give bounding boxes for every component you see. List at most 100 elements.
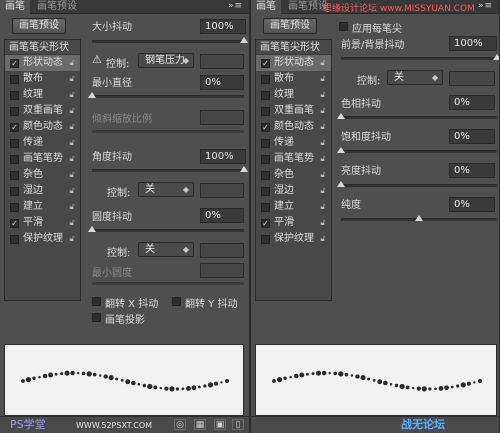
brush-setting-checkbox[interactable]	[261, 75, 270, 84]
brush-tip-shape-header[interactable]: 画笔笔尖形状	[5, 40, 80, 55]
brush-setting-checkbox[interactable]	[261, 235, 270, 244]
brush-setting-item[interactable]: 传递 🔓︎	[256, 135, 331, 151]
brush-setting-item[interactable]: 建立 🔓︎	[256, 199, 331, 215]
purity-slider[interactable]	[341, 215, 497, 221]
brush-setting-checkbox[interactable]: ✓	[261, 59, 270, 68]
brush-setting-item[interactable]: 杂色 🔓︎	[5, 167, 80, 183]
saturation-jitter-slider-thumb[interactable]	[337, 147, 345, 153]
new-preset-icon[interactable]: ▣	[214, 419, 226, 430]
brush-setting-checkbox[interactable]: ✓	[10, 219, 19, 228]
brush-setting-checkbox[interactable]	[10, 203, 19, 212]
lock-icon[interactable]: 🔓︎	[67, 185, 77, 196]
brush-setting-item[interactable]: 传递 🔓︎	[5, 135, 80, 151]
brush-setting-item[interactable]: ✓ 颜色动态 🔓︎	[256, 119, 331, 135]
brush-setting-item[interactable]: 散布 🔓︎	[256, 71, 331, 87]
trash-icon[interactable]: ▯	[232, 419, 244, 430]
angle-jitter-value[interactable]: 100%	[200, 149, 246, 164]
purity-slider-thumb[interactable]	[415, 215, 423, 221]
fg-bg-jitter-slider-thumb[interactable]	[493, 54, 499, 60]
brush-setting-item[interactable]: 湿边 🔓︎	[5, 183, 80, 199]
brush-setting-item[interactable]: ✓ 形状动态 🔓︎	[5, 55, 80, 71]
angle-jitter-slider[interactable]	[92, 166, 248, 172]
lock-icon[interactable]: 🔓︎	[67, 73, 77, 84]
roundness-jitter-value[interactable]: 0%	[200, 208, 244, 223]
flip-y-checkbox[interactable]	[172, 297, 181, 306]
brush-setting-checkbox[interactable]	[10, 187, 19, 196]
brush-setting-checkbox[interactable]	[10, 139, 19, 148]
brush-setting-checkbox[interactable]	[261, 139, 270, 148]
brush-setting-item[interactable]: 画笔笔势 🔓︎	[5, 151, 80, 167]
brush-setting-checkbox[interactable]	[261, 187, 270, 196]
control-select[interactable]: 关 ◆	[387, 70, 443, 85]
control-select-roundness[interactable]: 关 ◆	[138, 242, 194, 257]
lock-icon[interactable]: 🔓︎	[67, 201, 77, 212]
brush-setting-checkbox[interactable]	[261, 203, 270, 212]
brush-setting-item[interactable]: 湿边 🔓︎	[256, 183, 331, 199]
brush-setting-checkbox[interactable]	[10, 235, 19, 244]
toggle-live-tip-icon[interactable]: ◎	[174, 419, 186, 430]
brush-setting-item[interactable]: 保护纹理 🔓︎	[5, 231, 80, 247]
control-select-angle[interactable]: 关 ◆	[138, 182, 194, 197]
brush-setting-checkbox[interactable]: ✓	[10, 123, 19, 132]
hue-jitter-slider[interactable]	[337, 113, 497, 119]
brush-setting-checkbox[interactable]	[10, 171, 19, 180]
flip-x-checkbox[interactable]	[92, 297, 101, 306]
brush-presets-button[interactable]: 画笔预设	[12, 18, 66, 34]
brush-setting-item[interactable]: 保护纹理 🔓︎	[256, 231, 331, 247]
lock-icon[interactable]: 🔓︎	[318, 153, 328, 164]
size-jitter-slider-thumb[interactable]	[240, 37, 248, 43]
lock-icon[interactable]: 🔓︎	[318, 73, 328, 84]
panel-menu-icon[interactable]: »≡	[478, 1, 493, 11]
brush-projection-checkbox[interactable]	[92, 313, 101, 322]
min-diameter-value[interactable]: 0%	[200, 75, 244, 90]
lock-icon[interactable]: 🔓︎	[318, 89, 328, 100]
purity-value[interactable]: 0%	[449, 197, 495, 212]
lock-icon[interactable]: 🔓︎	[67, 233, 77, 244]
lock-icon[interactable]: 🔓︎	[67, 169, 77, 180]
lock-icon[interactable]: 🔓︎	[318, 137, 328, 148]
lock-icon[interactable]: 🔓︎	[67, 89, 77, 100]
brightness-jitter-slider-thumb[interactable]	[337, 181, 345, 187]
size-jitter-value[interactable]: 100%	[200, 19, 246, 34]
grid-icon[interactable]: ▦	[194, 419, 206, 430]
brush-setting-checkbox[interactable]	[261, 107, 270, 116]
brightness-jitter-slider[interactable]	[337, 181, 497, 187]
lock-icon[interactable]: 🔓︎	[67, 217, 77, 228]
lock-icon[interactable]: 🔓︎	[67, 57, 77, 68]
hue-jitter-value[interactable]: 0%	[449, 95, 495, 110]
brush-setting-checkbox[interactable]	[10, 91, 19, 100]
brush-setting-item[interactable]: ✓ 形状动态 🔓︎	[256, 55, 331, 71]
lock-icon[interactable]: 🔓︎	[67, 121, 77, 132]
tab-brush[interactable]: 画笔	[0, 0, 30, 14]
brush-setting-item[interactable]: 双重画笔 🔓︎	[5, 103, 80, 119]
tab-brush-presets[interactable]: 画笔预设	[32, 0, 82, 14]
brightness-jitter-value[interactable]: 0%	[449, 163, 495, 178]
hue-jitter-slider-thumb[interactable]	[337, 113, 345, 119]
brush-setting-checkbox[interactable]	[10, 75, 19, 84]
panel-menu-icon[interactable]: »≡	[228, 1, 243, 11]
lock-icon[interactable]: 🔓︎	[318, 121, 328, 132]
brush-setting-item[interactable]: 散布 🔓︎	[5, 71, 80, 87]
min-diameter-slider[interactable]	[88, 92, 244, 98]
brush-setting-checkbox[interactable]: ✓	[10, 59, 19, 68]
brush-setting-item[interactable]: ✓ 颜色动态 🔓︎	[5, 119, 80, 135]
min-diameter-slider-thumb[interactable]	[88, 92, 96, 98]
brush-setting-checkbox[interactable]: ✓	[261, 123, 270, 132]
lock-icon[interactable]: 🔓︎	[318, 185, 328, 196]
brush-setting-checkbox[interactable]	[261, 155, 270, 164]
control-select-pen-pressure[interactable]: 钢笔压力 ◆	[138, 53, 194, 68]
brush-setting-item[interactable]: 画笔笔势 🔓︎	[256, 151, 331, 167]
roundness-jitter-slider[interactable]	[88, 226, 244, 232]
lock-icon[interactable]: 🔓︎	[67, 137, 77, 148]
brush-setting-item[interactable]: ✓ 平滑 🔓︎	[256, 215, 331, 231]
apply-per-tip-checkbox[interactable]	[339, 22, 348, 31]
angle-jitter-slider-thumb[interactable]	[240, 166, 248, 172]
lock-icon[interactable]: 🔓︎	[318, 169, 328, 180]
lock-icon[interactable]: 🔓︎	[318, 233, 328, 244]
lock-icon[interactable]: 🔓︎	[318, 105, 328, 116]
brush-setting-item[interactable]: 纹理 🔓︎	[5, 87, 80, 103]
fg-bg-jitter-slider[interactable]	[341, 54, 499, 60]
size-jitter-slider[interactable]	[92, 37, 248, 43]
brush-setting-checkbox[interactable]	[10, 107, 19, 116]
brush-setting-checkbox[interactable]	[10, 155, 19, 164]
